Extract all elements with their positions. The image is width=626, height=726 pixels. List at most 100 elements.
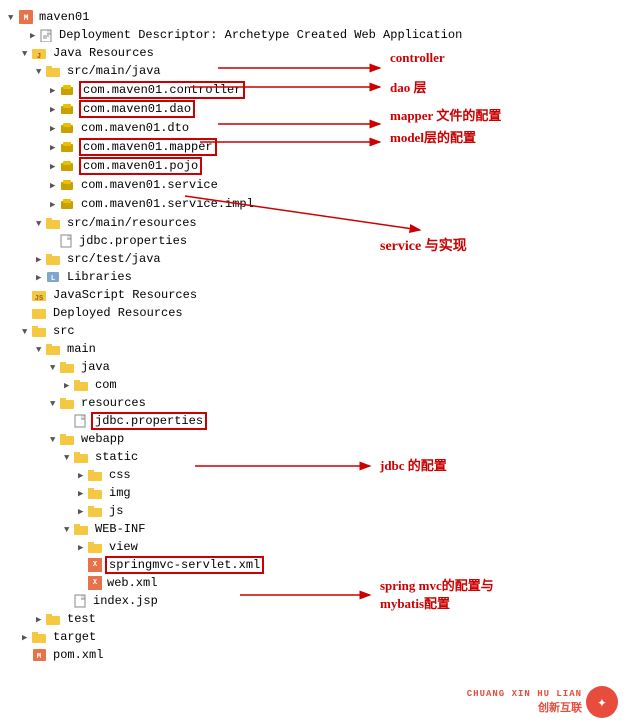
expand-icon [50,124,58,132]
img-folder[interactable]: img [8,484,626,502]
folder-icon [74,450,90,464]
package-icon [60,83,76,97]
jdbc-props-2-label: jdbc.properties [91,412,207,430]
folder-icon [32,324,48,338]
expand-icon [50,105,58,113]
maven-xml-icon: M [32,648,48,662]
pojo-label: com.maven01.pojo [79,157,202,175]
libraries-label: Libraries [67,270,132,284]
webinf-folder[interactable]: WEB-INF [8,520,626,538]
folder-icon [88,504,104,518]
src-test-java-label: src/test/java [67,252,161,266]
js-icon: JS [32,288,48,302]
libraries[interactable]: L Libraries [8,268,626,286]
xml-icon: X [88,576,102,590]
index-jsp-label: index.jsp [93,594,158,608]
js-resources[interactable]: JS JavaScript Resources [8,286,626,304]
service-package[interactable]: com.maven01.service [8,176,626,194]
src-folder[interactable]: src [8,322,626,340]
com-label: com [95,378,117,392]
springmvc-xml[interactable]: X springmvc-servlet.xml [8,556,626,574]
descriptor-icon [40,28,54,42]
expand-icon [50,363,58,371]
expand-icon [64,453,72,461]
service-impl-label: com.maven01.service.impl [81,197,254,211]
test-folder[interactable]: test [8,610,626,628]
mapper-package[interactable]: com.maven01.mapper [8,138,626,156]
expand-icon [36,219,44,227]
web-xml-label: web.xml [107,576,157,590]
folder-icon [46,252,62,266]
expand-icon [64,525,72,533]
folder-icon [46,216,62,230]
svg-text:L: L [51,275,55,283]
expand-icon [50,181,58,189]
controller-label: com.maven01.controller [79,81,245,99]
expand-icon [22,633,30,641]
expand-icon [36,255,44,263]
expand-icon [50,435,58,443]
target-folder[interactable]: target [8,628,626,646]
expand-icon [30,31,38,39]
java-resources[interactable]: J Java Resources [8,44,626,62]
src-test-java[interactable]: src/test/java [8,250,626,268]
expand-icon [50,86,58,94]
svg-text:JS: JS [35,295,43,302]
file-icon [74,594,88,608]
package-icon [60,178,76,192]
index-jsp[interactable]: index.jsp [8,592,626,610]
logo-badge: ✦ [586,686,618,718]
folder-icon [88,486,104,500]
pom-xml[interactable]: M pom.xml [8,646,626,664]
static-folder[interactable]: static [8,448,626,466]
js-folder[interactable]: js [8,502,626,520]
dto-label: com.maven01.dto [81,121,189,135]
css-folder[interactable]: css [8,466,626,484]
package-icon [60,121,76,135]
java-resources-icon: J [32,46,48,60]
main-folder[interactable]: main [8,340,626,358]
java-folder[interactable]: java [8,358,626,376]
src-main-java-label: src/main/java [67,64,161,78]
expand-icon [64,381,72,389]
folder-icon [32,630,48,644]
expand-icon [78,471,86,479]
view-folder[interactable]: view [8,538,626,556]
js-resources-label: JavaScript Resources [53,288,197,302]
expand-icon [36,615,44,623]
dto-package[interactable]: com.maven01.dto [8,119,626,137]
springmvc-label: springmvc-servlet.xml [105,556,264,574]
webapp-folder[interactable]: webapp [8,430,626,448]
package-icon [60,159,76,173]
tree-root[interactable]: M maven01 [8,8,626,26]
com-folder[interactable]: com [8,376,626,394]
main-label: main [67,342,96,356]
resources-label: resources [81,396,146,410]
jdbc-properties-1[interactable]: jdbc.properties [8,232,626,250]
mapper-label: com.maven01.mapper [79,138,217,156]
svg-text:J: J [37,53,41,60]
src-main-java[interactable]: src/main/java [8,62,626,80]
controller-package[interactable]: com.maven01.controller [8,81,626,99]
web-xml[interactable]: X web.xml [8,574,626,592]
svg-text:M: M [37,653,41,661]
deployment-descriptor[interactable]: Deployment Descriptor: Archetype Created… [8,26,626,44]
folder-icon [88,540,104,554]
pojo-package[interactable]: com.maven01.pojo [8,157,626,175]
resources-folder[interactable]: resources [8,394,626,412]
dao-package[interactable]: com.maven01.dao [8,100,626,118]
library-icon: L [46,270,62,284]
js-folder-label: js [109,504,123,518]
jdbc-properties-2[interactable]: jdbc.properties [8,412,626,430]
service-impl-package[interactable]: com.maven01.service.impl [8,195,626,213]
expand-icon [36,345,44,353]
package-icon [60,140,76,154]
maven-icon: M [18,9,34,25]
css-label: css [109,468,131,482]
deployed-resources[interactable]: Deployed Resources [8,304,626,322]
root-label: maven01 [39,10,89,24]
expand-icon [78,489,86,497]
folder-icon [74,378,90,392]
src-main-resources[interactable]: src/main/resources [8,214,626,232]
target-label: target [53,630,96,644]
